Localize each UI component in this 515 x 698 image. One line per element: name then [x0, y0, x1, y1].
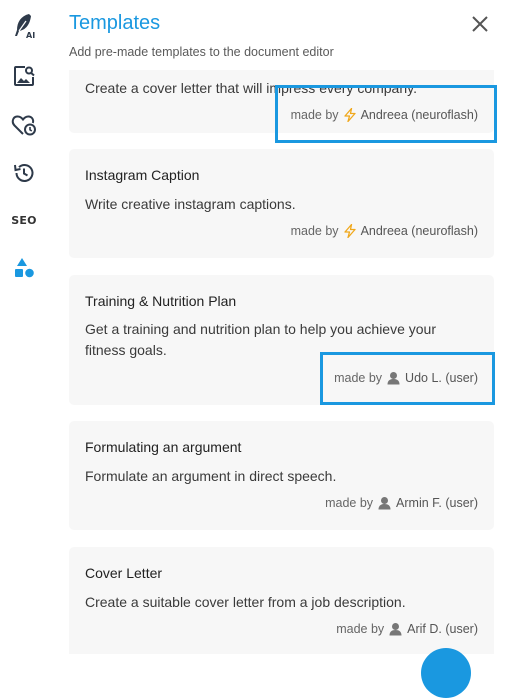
template-card[interactable]: Training & Nutrition Plan Get a training… — [69, 275, 494, 405]
user-avatar-icon — [387, 372, 400, 385]
template-description: Get a training and nutrition plan to hel… — [85, 321, 437, 358]
bolt-icon — [343, 108, 356, 122]
template-list[interactable]: Create a cover letter that will impress … — [0, 70, 515, 654]
template-description: Formulate an argument in direct speech. — [85, 468, 337, 484]
floating-action-button[interactable] — [421, 648, 471, 698]
author-name: Andreea (neuroflash) — [360, 108, 478, 122]
made-by: made by Udo L. (user) — [334, 371, 478, 385]
close-button[interactable] — [468, 12, 492, 36]
template-card[interactable]: Instagram Caption Write creative instagr… — [69, 149, 494, 258]
user-avatar-icon — [378, 497, 391, 510]
bolt-icon — [343, 224, 356, 238]
template-title: Training & Nutrition Plan — [85, 293, 237, 309]
user-avatar-icon — [389, 623, 402, 636]
made-by: made by Armin F. (user) — [325, 496, 478, 510]
ai-writer-button[interactable]: AI — [10, 12, 38, 40]
template-card[interactable]: Formulating an argument Formulate an arg… — [69, 421, 494, 530]
page-title: Templates — [69, 12, 161, 34]
made-by-label: made by — [325, 496, 374, 510]
template-description: Write creative instagram captions. — [85, 196, 296, 212]
template-description: Create a cover letter that will impress … — [85, 80, 417, 96]
page-subtitle: Add pre-made templates to the document e… — [69, 45, 334, 59]
made-by: made by Arif D. (user) — [336, 622, 478, 636]
made-by-label: made by — [290, 108, 339, 122]
made-by-label: made by — [334, 371, 383, 385]
author-name: Andreea (neuroflash) — [360, 224, 478, 238]
made-by-label: made by — [290, 224, 339, 238]
author-name: Udo L. (user) — [405, 371, 478, 385]
template-description: Create a suitable cover letter from a jo… — [85, 594, 406, 610]
author-name: Armin F. (user) — [396, 496, 478, 510]
feather-ai-icon: AI — [15, 14, 35, 40]
template-card[interactable]: Cover Letter Create a suitable cover let… — [69, 547, 494, 654]
template-card[interactable]: Create a cover letter that will impress … — [69, 70, 494, 133]
template-title: Formulating an argument — [85, 439, 242, 455]
close-icon — [472, 16, 488, 32]
ai-label: AI — [26, 31, 35, 40]
template-title: Cover Letter — [85, 565, 163, 581]
author-name: Arif D. (user) — [407, 622, 478, 636]
template-title: Instagram Caption — [85, 167, 200, 183]
made-by: made by Andreea (neuroflash) — [291, 108, 478, 122]
made-by: made by Andreea (neuroflash) — [291, 224, 478, 238]
made-by-label: made by — [336, 622, 385, 636]
